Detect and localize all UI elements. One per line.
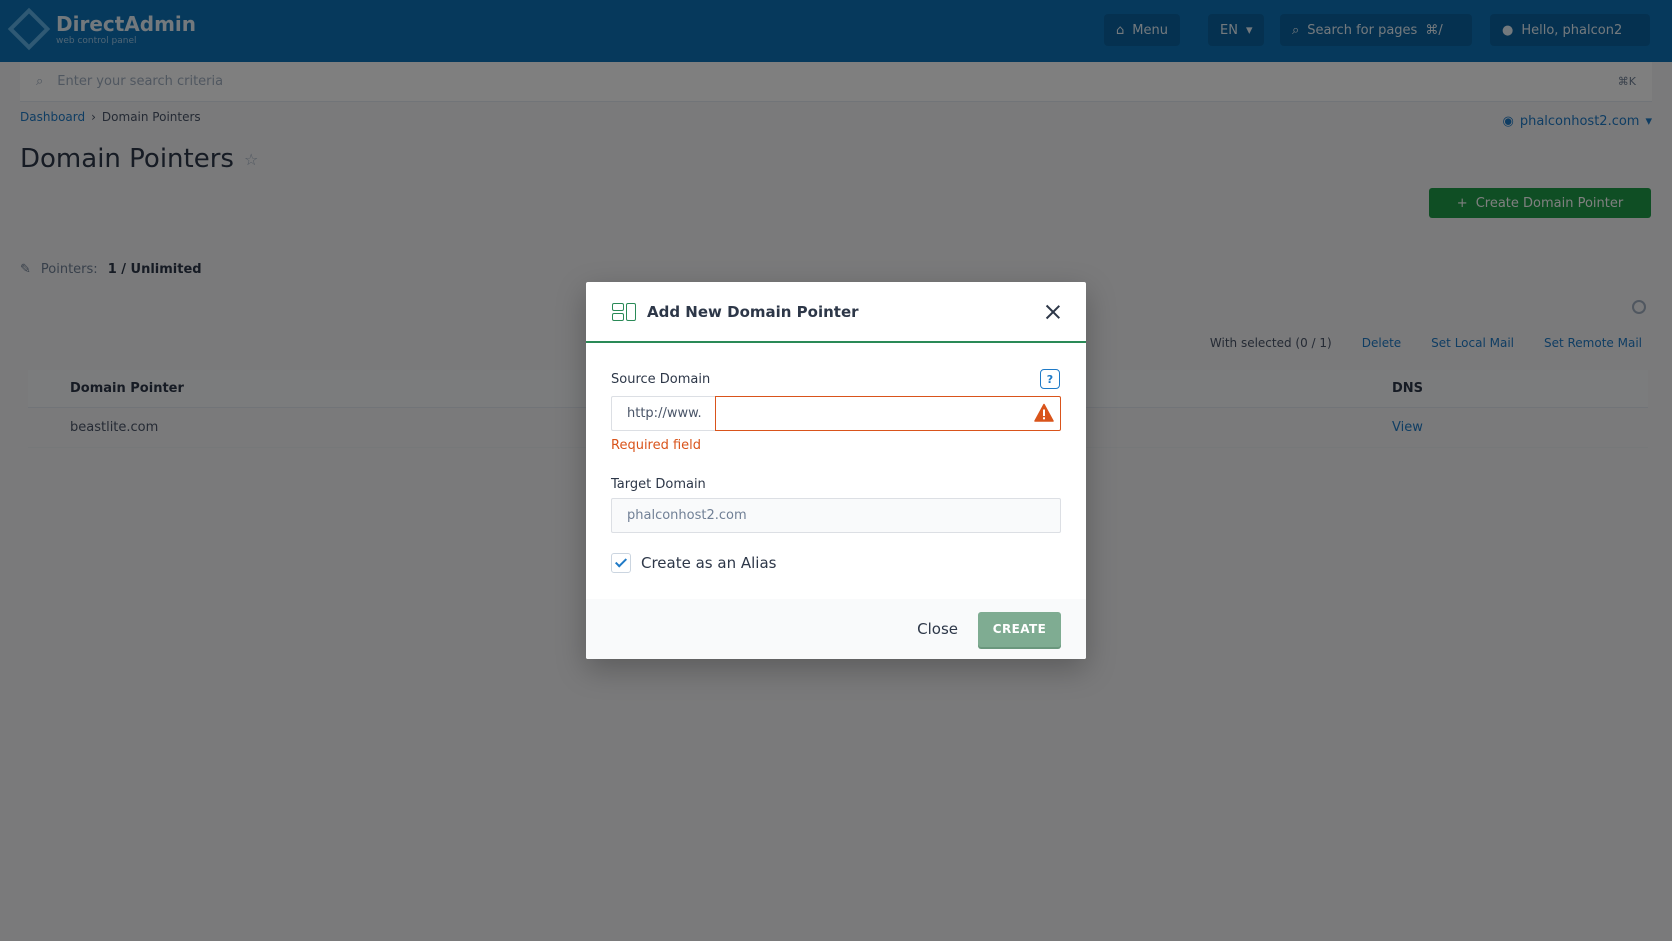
close-icon[interactable] [1044,303,1062,321]
target-domain-input[interactable] [611,498,1061,533]
warning-icon [1034,403,1054,422]
url-prefix: http://www. [611,396,715,431]
create-alias-checkbox[interactable] [611,553,631,573]
checkmark-icon [614,555,628,568]
dialog-body: Source Domain ? http://www. Required fie… [586,343,1086,573]
source-domain-error: Required field [611,438,702,453]
dialog-header: Add New Domain Pointer [586,282,1086,343]
source-domain-label: Source Domain [611,371,711,387]
target-domain-label: Target Domain [611,477,706,492]
source-domain-group: http://www. [611,396,1061,431]
help-icon[interactable]: ? [1040,369,1060,389]
source-domain-input[interactable] [715,396,1061,431]
dialog-title: Add New Domain Pointer [647,302,859,321]
alias-checkbox-row[interactable]: Create as an Alias [611,553,1061,573]
add-domain-pointer-dialog: Add New Domain Pointer Source Domain ? h… [586,282,1086,659]
domain-pointer-icon [612,302,636,321]
dialog-footer: Close CREATE [586,599,1086,659]
create-alias-label[interactable]: Create as an Alias [641,554,776,572]
close-button[interactable]: Close [917,620,958,638]
create-button[interactable]: CREATE [978,611,1061,647]
